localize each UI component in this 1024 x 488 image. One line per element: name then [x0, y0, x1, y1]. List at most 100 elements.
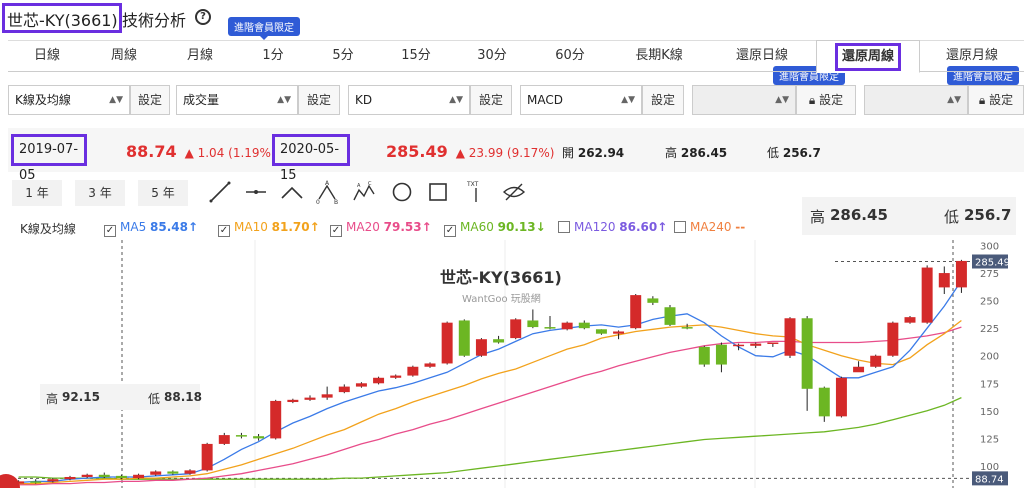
- settings-button[interactable]: 設定: [130, 85, 170, 115]
- horizontal-line-tool-icon[interactable]: [244, 180, 268, 204]
- crosshair-high-label: 高: [46, 392, 59, 406]
- lock-icon: 🔒︎: [808, 93, 816, 107]
- y-tick-label: 225: [980, 324, 999, 335]
- candle-body: [458, 320, 470, 356]
- legend-label: MA240: [690, 220, 736, 234]
- range-5y-button[interactable]: 5 年: [138, 180, 188, 206]
- candle-body: [304, 397, 316, 400]
- candle-body: [115, 475, 127, 479]
- legend-label: MA60: [460, 220, 498, 234]
- legend-item-ma10[interactable]: ✓ MA10 81.70↑: [218, 220, 320, 237]
- settings-button[interactable]: 設定: [642, 85, 684, 115]
- candle-body: [81, 474, 93, 477]
- checkbox[interactable]: ✓: [330, 225, 342, 237]
- tab-adjusted-monthly[interactable]: 還原月線: [920, 40, 1024, 72]
- candle-body: [355, 383, 367, 387]
- candle-body: [133, 474, 145, 479]
- active-tab-label: 還原周線: [834, 43, 901, 71]
- help-icon[interactable]: ?: [195, 9, 211, 25]
- start-date: 2019-07-05: [11, 134, 87, 183]
- tab-daily[interactable]: 日線: [8, 40, 86, 72]
- candle-body: [613, 331, 625, 334]
- svg-text:TXT: TXT: [466, 181, 479, 188]
- corner-logo: [0, 474, 20, 488]
- legend-item-ma60[interactable]: ✓ MA60 90.13↓: [444, 220, 546, 237]
- checkbox[interactable]: [674, 221, 686, 233]
- indicator-select-macd[interactable]: MACD ▲▼: [520, 85, 642, 115]
- legend-item-ma20[interactable]: ✓ MA20 79.53↑: [330, 220, 432, 237]
- low-stat: 低 256.7: [767, 146, 821, 160]
- svg-text:A: A: [357, 183, 361, 189]
- locked-settings-button: 🔒︎ 設定: [968, 85, 1024, 115]
- tab-5min[interactable]: 5分: [308, 40, 378, 72]
- circle-tool-icon[interactable]: [390, 180, 414, 204]
- legend-value: 79.53↑: [383, 220, 432, 234]
- chart-watermark-sub: WantGoo 玩股網: [462, 294, 541, 305]
- tab-1min[interactable]: 1分: [238, 40, 308, 72]
- candle-body: [98, 474, 110, 477]
- crosshair-high-low-box: 高 92.15 低 88.18: [40, 384, 202, 410]
- tab-adjusted-weekly[interactable]: 還原周線: [816, 40, 920, 73]
- candle-body: [630, 295, 642, 329]
- legend-item-ma120[interactable]: MA120 86.60↑: [558, 220, 667, 234]
- rectangle-tool-icon[interactable]: [426, 180, 450, 204]
- candle-body: [167, 471, 179, 474]
- tab-15min[interactable]: 15分: [378, 40, 454, 72]
- range-3y-button[interactable]: 3 年: [75, 180, 125, 206]
- svg-text:B: B: [334, 199, 338, 204]
- hover-high-label: 高: [810, 208, 826, 226]
- abcd-pattern-tool-icon[interactable]: AC: [352, 180, 376, 204]
- candle-body: [784, 318, 796, 356]
- tab-long-term[interactable]: 長期K線: [610, 40, 708, 72]
- stock-title: 世芯-KY(3661): [7, 11, 118, 30]
- angle-tool-icon[interactable]: [280, 180, 304, 204]
- legend-value: --: [735, 220, 746, 234]
- settings-button[interactable]: 設定: [298, 85, 340, 115]
- tab-30min[interactable]: 30分: [454, 40, 530, 72]
- checkbox[interactable]: [558, 221, 570, 233]
- candle-body: [270, 400, 282, 439]
- hover-low-label: 低: [944, 208, 960, 226]
- end-change: 23.99 (9.17%): [468, 146, 555, 160]
- y-tick-label: 125: [980, 434, 999, 445]
- indicator-select-kline[interactable]: K線及均線 ▲▼: [8, 85, 130, 115]
- tab-adjusted-daily[interactable]: 還原日線: [708, 40, 816, 72]
- candle-body: [544, 327, 556, 329]
- hide-drawings-icon[interactable]: [502, 180, 526, 204]
- tab-weekly[interactable]: 周線: [86, 40, 162, 72]
- svg-text:0: 0: [316, 199, 320, 204]
- checkbox[interactable]: ✓: [444, 225, 456, 237]
- start-price-flag-text: 88.74: [975, 474, 1004, 485]
- tab-60min[interactable]: 60分: [530, 40, 610, 72]
- line-tool-icon[interactable]: [208, 180, 232, 204]
- candle-body: [475, 339, 487, 356]
- candle-body: [338, 386, 350, 393]
- candle-body: [235, 435, 247, 437]
- y-tick-label: 250: [980, 297, 999, 308]
- candle-body: [64, 476, 76, 480]
- candle-body: [253, 436, 265, 439]
- legend-item-ma5[interactable]: ✓ MA5 85.48↑: [104, 220, 198, 237]
- range-1y-button[interactable]: 1 年: [12, 180, 62, 206]
- checkbox[interactable]: ✓: [104, 225, 116, 237]
- ma5-line: [18, 280, 962, 484]
- candle-body: [373, 377, 385, 384]
- candle-body: [681, 327, 693, 329]
- checkbox[interactable]: ✓: [218, 225, 230, 237]
- candle-body: [47, 479, 59, 482]
- legend-item-ma240[interactable]: MA240 --: [674, 220, 745, 234]
- tab-monthly[interactable]: 月線: [162, 40, 238, 72]
- member-only-tag: 進階會員限定: [228, 17, 300, 40]
- candle-body: [835, 377, 847, 417]
- candle-body: [870, 355, 882, 367]
- candle-body: [853, 366, 865, 373]
- legend-value: 85.48↑: [150, 220, 199, 234]
- high-stat: 高 286.45: [665, 146, 728, 160]
- settings-button[interactable]: 設定: [470, 85, 512, 115]
- indicator-select-kd[interactable]: KD ▲▼: [348, 85, 470, 115]
- indicator-select-volume[interactable]: 成交量 ▲▼: [176, 85, 298, 115]
- text-tool-icon[interactable]: TXT: [464, 180, 488, 204]
- abc-pattern-tool-icon[interactable]: 0 A B: [316, 180, 340, 204]
- candle-body: [441, 322, 453, 364]
- end-price-block: 285.49 ▲ 23.99 (9.17%): [386, 142, 554, 161]
